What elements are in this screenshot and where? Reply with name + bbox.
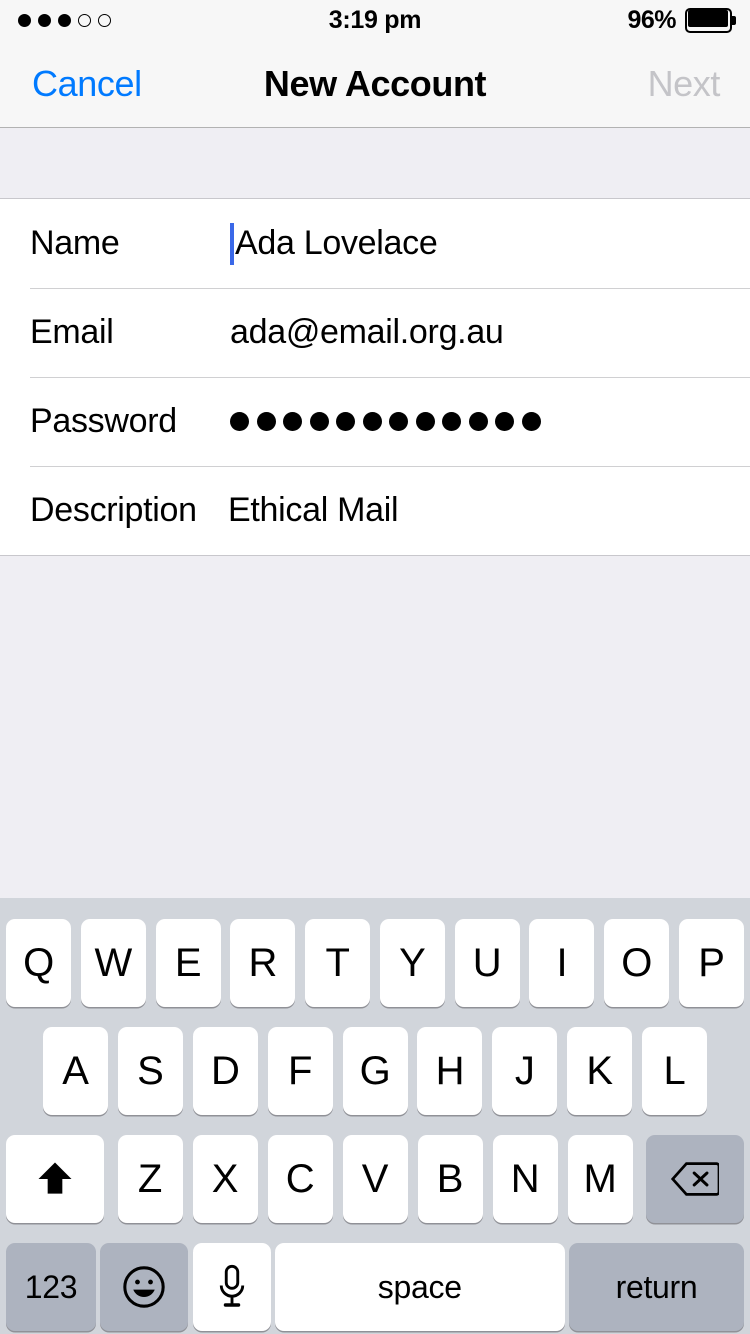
key-m[interactable]: M <box>567 1135 633 1223</box>
key-w[interactable]: W <box>80 919 146 1007</box>
password-field-wrapper[interactable] <box>230 412 541 431</box>
text-caret <box>230 222 234 265</box>
emoji-smiley-icon <box>121 1264 167 1310</box>
form-row-email[interactable]: Email ada@email.org.au <box>0 288 750 377</box>
password-label: Password <box>30 402 177 440</box>
form-row-description[interactable]: Description Ethical Mail <box>0 466 750 555</box>
form-row-name[interactable]: Name Ada Lovelace <box>0 199 750 288</box>
description-input-value[interactable]: Ethical Mail <box>228 491 399 530</box>
onscreen-keyboard: QWERTYUIOP ASDFGHJKL ZXCVBNM 123 space r… <box>0 898 750 1334</box>
key-n[interactable]: N <box>492 1135 558 1223</box>
keyboard-row-4: 123 space return <box>0 1240 750 1334</box>
return-key[interactable]: return <box>569 1243 744 1331</box>
section-spacer <box>0 129 750 199</box>
password-dot <box>389 412 408 431</box>
key-g[interactable]: G <box>342 1027 408 1115</box>
password-dot <box>521 412 541 431</box>
battery-indicator: 96% <box>627 0 736 40</box>
empty-content-area <box>0 556 750 898</box>
key-f[interactable]: F <box>267 1027 333 1115</box>
key-s[interactable]: S <box>117 1027 183 1115</box>
password-dot <box>362 412 382 431</box>
key-x[interactable]: X <box>192 1135 258 1223</box>
key-h[interactable]: H <box>417 1027 483 1115</box>
emoji-key[interactable] <box>100 1243 189 1331</box>
battery-fill <box>687 10 728 27</box>
key-r[interactable]: R <box>230 919 296 1007</box>
backspace-key[interactable] <box>646 1135 744 1223</box>
shift-key[interactable] <box>6 1135 104 1223</box>
name-field-wrapper[interactable]: Ada Lovelace <box>230 222 438 265</box>
battery-nub <box>732 15 736 25</box>
password-dot <box>230 412 249 431</box>
key-j[interactable]: J <box>492 1027 558 1115</box>
next-button[interactable]: Next <box>648 63 721 105</box>
password-masked-value[interactable] <box>230 412 541 431</box>
key-d[interactable]: D <box>192 1027 258 1115</box>
keyboard-row-1: QWERTYUIOP <box>0 916 750 1010</box>
email-field-wrapper[interactable]: ada@email.org.au <box>230 313 504 352</box>
keyboard-row-3-letters: ZXCVBNM <box>117 1135 633 1223</box>
password-dot <box>283 412 302 431</box>
numbers-key[interactable]: 123 <box>6 1243 96 1331</box>
email-input-value[interactable]: ada@email.org.au <box>230 313 504 352</box>
password-dot <box>309 412 329 431</box>
key-e[interactable]: E <box>155 919 221 1007</box>
key-q[interactable]: Q <box>6 919 71 1007</box>
status-bar: 3:19 pm 96% <box>0 0 750 40</box>
key-u[interactable]: U <box>454 919 520 1007</box>
name-input-value[interactable]: Ada Lovelace <box>235 224 438 263</box>
password-dot <box>415 412 435 431</box>
key-z[interactable]: Z <box>117 1135 183 1223</box>
name-label: Name <box>30 224 120 262</box>
key-v[interactable]: V <box>342 1135 408 1223</box>
microphone-icon <box>214 1264 250 1310</box>
key-y[interactable]: Y <box>379 919 445 1007</box>
page-title: New Account <box>263 62 487 104</box>
password-dot <box>468 412 488 431</box>
email-label: Email <box>30 313 114 351</box>
key-b[interactable]: B <box>417 1135 483 1223</box>
description-label: Description <box>30 491 197 529</box>
password-dot <box>442 412 461 431</box>
key-p[interactable]: P <box>678 919 744 1007</box>
key-t[interactable]: T <box>305 919 371 1007</box>
dictation-key[interactable] <box>192 1243 271 1331</box>
key-c[interactable]: C <box>267 1135 333 1223</box>
battery-percent-label: 96% <box>627 5 676 34</box>
key-a[interactable]: A <box>43 1027 108 1115</box>
account-form-section: Name Ada Lovelace Email ada@email.org.au… <box>0 199 750 556</box>
password-dot <box>336 412 355 431</box>
iphone-screen: 3:19 pm 96% Cancel New Account Next Name… <box>0 0 750 1334</box>
password-dot <box>495 412 514 431</box>
key-i[interactable]: I <box>529 919 595 1007</box>
space-key[interactable]: space <box>274 1243 565 1331</box>
navigation-bar: Cancel New Account Next <box>0 40 750 128</box>
description-field-wrapper[interactable]: Ethical Mail <box>228 491 399 530</box>
backspace-delete-icon <box>671 1160 719 1198</box>
password-dot <box>256 412 276 431</box>
keyboard-row-3: ZXCVBNM <box>0 1132 750 1226</box>
keyboard-row-2: ASDFGHJKL <box>0 1024 750 1118</box>
shift-arrow-up-icon <box>33 1157 77 1201</box>
battery-icon <box>685 7 736 33</box>
key-o[interactable]: O <box>604 919 670 1007</box>
form-row-password[interactable]: Password <box>0 377 750 466</box>
key-k[interactable]: K <box>567 1027 633 1115</box>
key-l[interactable]: L <box>642 1027 707 1115</box>
